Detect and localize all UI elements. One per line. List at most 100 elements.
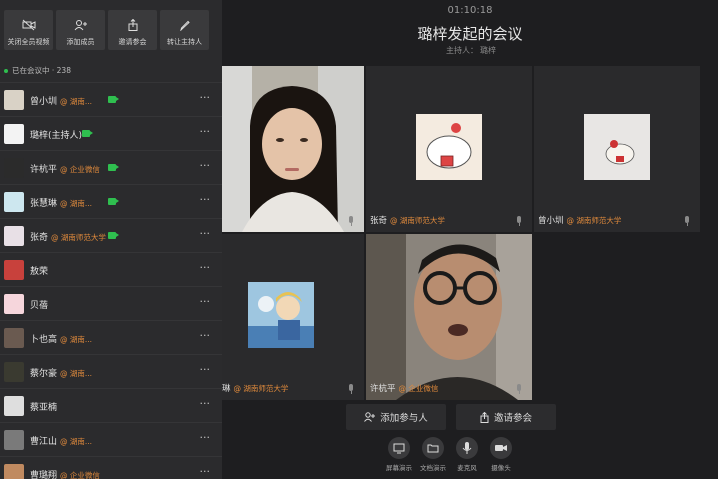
transfer-host-button[interactable]: 转让主持人 <box>160 10 209 50</box>
more-options-icon[interactable]: ··· <box>200 465 211 478</box>
more-options-icon[interactable]: ··· <box>200 261 211 274</box>
tile-caption: 曾小圳 @ 湖南师范大学 <box>538 214 621 226</box>
participant-name-line: 张慧琳 @ 湖南... <box>30 196 92 209</box>
screen-share-icon <box>388 437 410 459</box>
participant-name: 蔡亚楠 <box>30 403 58 413</box>
microphone-label: 麦克风 <box>457 464 477 472</box>
participant-name-line: 曾小圳 @ 湖南... <box>30 94 92 107</box>
participant-name: 曹璐翔 <box>30 471 58 479</box>
meeting-status: 已在会议中 · 238 <box>4 65 71 76</box>
meeting-title: 璐梓发起的会议 <box>417 25 523 43</box>
tile-org: @ 湖南师范大学 <box>390 216 445 225</box>
participant-row[interactable]: 许杭平 @ 企业微信 ··· <box>0 150 222 184</box>
tile-caption: 琳 @ 湖南师范大学 <box>222 382 288 394</box>
avatar <box>4 192 24 212</box>
microphone-button[interactable]: 麦克风 <box>451 437 483 472</box>
host-label: 主持人： <box>446 46 478 55</box>
invite-button[interactable]: 邀请参会 <box>456 404 556 430</box>
sidebar-actions: 关闭全员视频 添加成员 邀请参会 转让主持人 <box>0 0 222 58</box>
more-options-icon[interactable]: ··· <box>200 193 211 206</box>
mic-icon <box>516 216 522 226</box>
avatar <box>4 90 24 110</box>
camera-on-icon <box>108 232 119 239</box>
participant-row[interactable]: 璐梓(主持人) ··· <box>0 116 222 150</box>
participant-row[interactable]: 贝蓓 ··· <box>0 286 222 320</box>
avatar <box>4 158 24 178</box>
more-options-icon[interactable]: ··· <box>200 91 211 104</box>
avatar <box>4 260 24 280</box>
video-tile[interactable]: 许杭平 @ 企业微信 <box>366 234 532 400</box>
tile-caption: 许杭平 @ 企业微信 <box>370 382 438 394</box>
invite-meeting-button[interactable]: 邀请参会 <box>108 10 157 50</box>
participant-name-line: 曹江山 @ 湖南... <box>30 434 92 447</box>
tile-org: @ 企业微信 <box>398 384 439 393</box>
participant-row[interactable]: 敖荣 ··· <box>0 252 222 286</box>
participant-name: 卜也高 <box>30 335 58 345</box>
video-tile[interactable] <box>222 66 364 232</box>
participant-name-line: 张奇 @ 湖南师范大学 <box>30 230 106 243</box>
camera-icon <box>490 437 512 459</box>
more-options-icon[interactable]: ··· <box>200 159 211 172</box>
camera-on-icon <box>82 130 93 137</box>
participant-row[interactable]: 张奇 @ 湖南师范大学 ··· <box>0 218 222 252</box>
participant-name: 曾小圳 <box>30 97 58 107</box>
document-share-button[interactable]: 文档演示 <box>417 437 449 472</box>
participant-name-line: 蔡亚楠 <box>30 400 60 413</box>
more-options-icon[interactable]: ··· <box>200 329 211 342</box>
participant-avatar <box>248 282 314 348</box>
mic-icon <box>684 216 690 226</box>
participant-org: @ 湖南... <box>60 437 93 446</box>
status-text: 已在会议中 · 238 <box>12 66 71 75</box>
participant-name: 张慧琳 <box>30 199 58 209</box>
camera-on-icon <box>108 96 119 103</box>
participant-name: 贝蓓 <box>30 301 49 311</box>
participant-name: 张奇 <box>30 233 49 243</box>
participant-row[interactable]: 张慧琳 @ 湖南... ··· <box>0 184 222 218</box>
more-options-icon[interactable]: ··· <box>200 397 211 410</box>
online-dot-icon <box>4 69 8 73</box>
add-member-button[interactable]: 添加成员 <box>56 10 105 50</box>
mic-icon <box>516 384 522 394</box>
add-participant-button[interactable]: 添加参与人 <box>346 404 446 430</box>
participant-row[interactable]: 曹江山 @ 湖南... ··· <box>0 422 222 456</box>
camera-button[interactable]: 摄像头 <box>485 437 517 472</box>
invite-meeting-label: 邀请参会 <box>118 38 147 46</box>
mute-all-video-label: 关闭全员视频 <box>7 38 50 46</box>
participant-video <box>222 66 364 232</box>
folder-icon <box>422 437 444 459</box>
video-off-icon <box>4 16 53 34</box>
participant-name-line: 曹璐翔 @ 企业微信 <box>30 468 100 479</box>
participant-name-line: 许杭平 @ 企业微信 <box>30 162 100 175</box>
share-icon <box>480 411 489 423</box>
mute-all-video-button[interactable]: 关闭全员视频 <box>4 10 53 50</box>
screen-share-label: 屏幕演示 <box>386 464 412 472</box>
add-user-icon <box>364 412 376 422</box>
participant-row[interactable]: 曾小圳 @ 湖南... ··· <box>0 82 222 116</box>
participant-org: @ 企业微信 <box>60 471 100 479</box>
participant-row[interactable]: 卜也高 @ 湖南... ··· <box>0 320 222 354</box>
tile-caption: 张奇 @ 湖南师范大学 <box>370 214 445 226</box>
add-member-label: 添加成员 <box>66 38 95 46</box>
participant-row[interactable]: 蔡亚楠 ··· <box>0 388 222 422</box>
more-options-icon[interactable]: ··· <box>200 295 211 308</box>
video-tile[interactable]: 琳 @ 湖南师范大学 <box>222 234 364 400</box>
participant-row[interactable]: 蔡尔豪 @ 湖南... ··· <box>0 354 222 388</box>
avatar <box>4 362 24 382</box>
more-options-icon[interactable]: ··· <box>200 125 211 138</box>
add-user-icon <box>56 16 105 34</box>
participant-row[interactable]: 曹璐翔 @ 企业微信 ··· <box>0 456 222 479</box>
screen-share-button[interactable]: 屏幕演示 <box>383 437 415 472</box>
more-options-icon[interactable]: ··· <box>200 227 211 240</box>
more-options-icon[interactable]: ··· <box>200 431 211 444</box>
pen-icon <box>160 16 209 34</box>
participant-org: @ 湖南... <box>60 369 93 378</box>
participant-name: 曹江山 <box>30 437 58 447</box>
video-tile[interactable]: 曾小圳 @ 湖南师范大学 <box>534 66 700 232</box>
more-options-icon[interactable]: ··· <box>200 363 211 376</box>
participant-list: 曾小圳 @ 湖南... ··· 璐梓(主持人) ··· 许杭平 @ 企业微信 ··· 张慧琳 @ … <box>0 82 222 479</box>
video-tile[interactable]: 张奇 @ 湖南师范大学 <box>366 66 532 232</box>
avatar <box>4 328 24 348</box>
avatar <box>4 396 24 416</box>
participant-name-line: 璐梓(主持人) <box>30 128 85 141</box>
avatar <box>4 294 24 314</box>
